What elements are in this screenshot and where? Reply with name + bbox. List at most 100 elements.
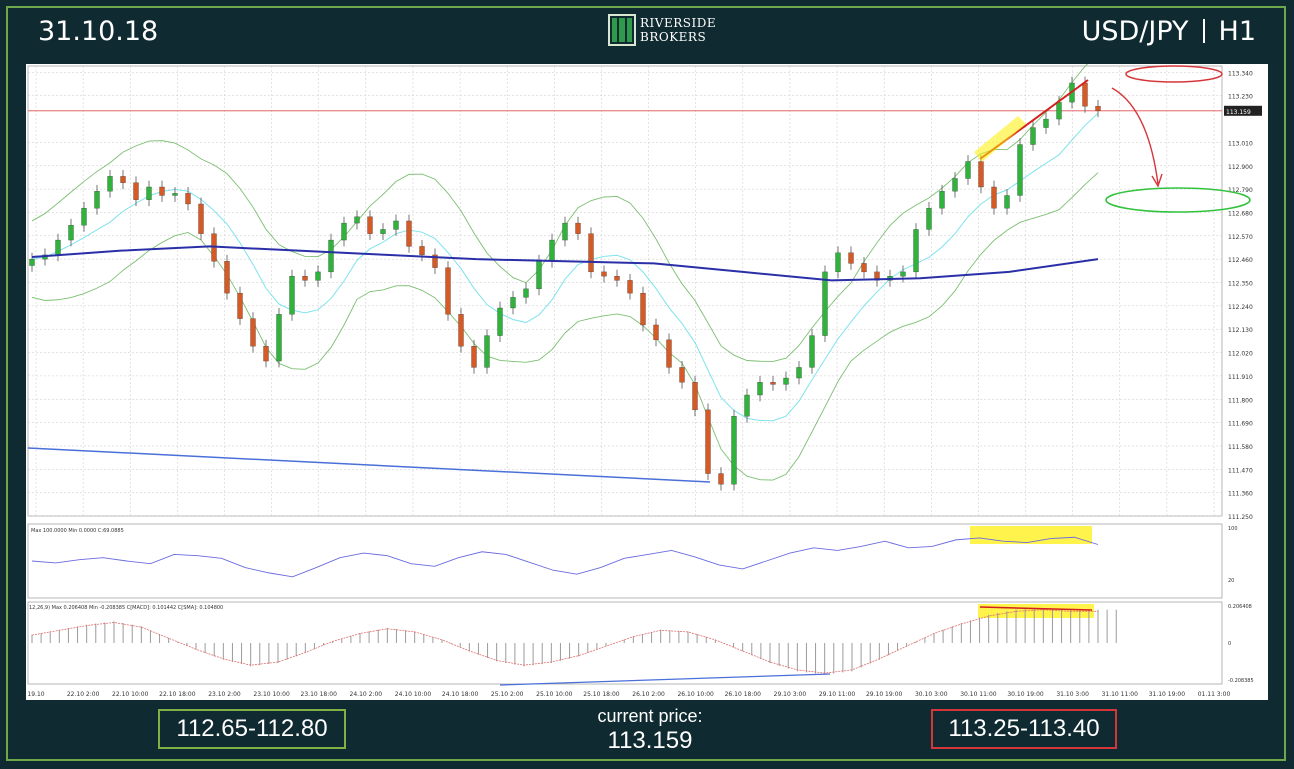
candle-body <box>952 178 958 192</box>
x-tick-label: 24.10 18:00 <box>442 691 479 698</box>
macd-tick: 0 <box>1228 641 1231 647</box>
y-tick-label: 111.360 <box>1228 491 1253 498</box>
y-tick-label: 112.240 <box>1228 304 1253 311</box>
candle-body <box>536 261 542 290</box>
y-tick-label: 111.910 <box>1228 374 1253 381</box>
candle-body <box>367 216 373 234</box>
x-tick-label: 25.10 10:00 <box>536 691 573 698</box>
y-tick-label: 113.340 <box>1228 70 1253 77</box>
x-tick-label: 23.10 2:00 <box>208 691 241 698</box>
x-tick-label: 25.10 2:00 <box>491 691 524 698</box>
ma-long-line <box>31 245 1099 282</box>
candle-body <box>497 307 503 336</box>
x-tick-label: 30.10 3:00 <box>915 691 948 698</box>
candle-body <box>978 161 984 188</box>
candle-body <box>965 161 971 179</box>
candle-body <box>484 335 490 368</box>
candle-body <box>575 222 581 234</box>
candle-body <box>848 252 854 264</box>
candle-body <box>29 259 35 266</box>
candle-body <box>744 394 750 417</box>
y-tick-label: 112.680 <box>1228 210 1253 217</box>
x-tick-label: 31.10 19:00 <box>1149 691 1186 698</box>
candle-body <box>1056 101 1062 120</box>
candle-body <box>419 246 425 256</box>
candle-body <box>640 292 646 326</box>
timeframe-label: H1 <box>1218 16 1256 47</box>
candle-body <box>861 263 867 273</box>
y-tick-label: 111.690 <box>1228 421 1253 428</box>
x-tick-label: 31.10 11:00 <box>1102 691 1139 698</box>
y-tick-label: 113.230 <box>1228 94 1253 101</box>
candle-body <box>302 275 308 281</box>
rsi-header: Max 100.0000 Min 0.0000 C:69.0885 <box>31 528 124 534</box>
candle-body <box>172 193 178 196</box>
candle-body <box>107 176 113 192</box>
candle-body <box>601 271 607 277</box>
candle-body <box>679 367 685 383</box>
candle-body <box>120 176 126 183</box>
candle-body <box>471 346 477 368</box>
candle-body <box>289 275 295 315</box>
candle-body <box>549 239 555 262</box>
yellow-highlight-rsi <box>970 526 1092 544</box>
candle-body <box>1004 195 1010 209</box>
candle-body <box>354 216 360 224</box>
current-price-label: current price: <box>597 706 703 726</box>
x-tick-label: 30.10 11:00 <box>960 691 997 698</box>
x-tick-label: 22.10 10:00 <box>112 691 149 698</box>
candle-body <box>328 239 334 273</box>
candle-body <box>237 292 243 319</box>
candle-body <box>68 225 74 241</box>
macd-header: 12,26,9) Max 0.206408 Min -0.208385 C[MA… <box>29 605 223 611</box>
y-tick-label: 112.460 <box>1228 257 1253 264</box>
candle-body <box>913 229 919 273</box>
x-tick-label: 30.10 19:00 <box>1007 691 1044 698</box>
forecast-arrow <box>1111 87 1159 185</box>
macd-tick: -0.208385 <box>1228 678 1254 684</box>
resistance-ellipse <box>1125 65 1223 83</box>
candle-body <box>627 280 633 294</box>
x-tick-label: 29.10 11:00 <box>819 691 856 698</box>
candle-body <box>380 229 386 234</box>
candle-body <box>406 220 412 247</box>
main-pane <box>27 65 1223 517</box>
candle-body <box>757 382 763 396</box>
candle-body <box>523 288 529 298</box>
header-symbol: USD/JPY H1 <box>1082 16 1256 47</box>
candle-body <box>276 314 282 362</box>
candle-body <box>445 267 451 315</box>
macd-tick: 0.206408 <box>1228 604 1252 610</box>
x-tick-label: 24.10 10:00 <box>395 691 432 698</box>
candle-body <box>1082 82 1088 107</box>
candle-body <box>588 233 594 273</box>
header-date: 31.10.18 <box>38 16 159 47</box>
x-tick-label: 26.10 2:00 <box>632 691 665 698</box>
candle-body <box>224 261 230 294</box>
candle-body <box>341 222 347 241</box>
candle-body <box>393 220 399 230</box>
candle-body <box>653 324 659 340</box>
candle-body <box>94 191 100 209</box>
candle-body <box>562 222 568 241</box>
current-price-value: 113.159 <box>607 727 693 754</box>
chart-panel: 113.340 113.230 113.159 113.010 112.900 112.7… <box>26 53 1268 700</box>
candle-body <box>809 335 815 368</box>
upper-band-line <box>31 53 1099 362</box>
candle-body <box>133 182 139 200</box>
candle-body <box>991 186 997 209</box>
brand-logo: RIVERSIDE BROKERS <box>608 14 716 46</box>
logo-line-2: BROKERS <box>640 30 707 44</box>
macd-blue-line <box>499 673 831 686</box>
candle-body <box>666 339 672 368</box>
candle-body <box>835 252 841 273</box>
y-tick-label: 111.580 <box>1228 444 1253 451</box>
y-tick-label: 112.790 <box>1228 187 1253 194</box>
y-tick-label: 112.900 <box>1228 164 1253 171</box>
candle-body <box>250 318 256 347</box>
x-tick-label: 22.10 2:00 <box>67 691 100 698</box>
y-tick-label: 111.250 <box>1228 514 1253 521</box>
candle-body <box>1030 127 1036 145</box>
y-tick-label: 112.130 <box>1228 327 1253 334</box>
current-price-tag-text: 113.159 <box>1226 109 1251 116</box>
